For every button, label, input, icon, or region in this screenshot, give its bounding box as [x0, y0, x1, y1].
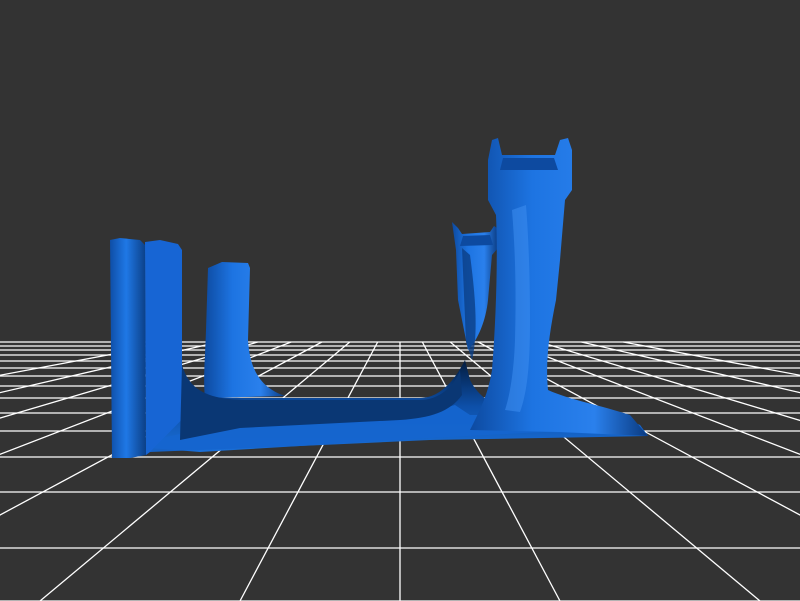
model-mid-fork-slot — [460, 235, 493, 246]
grid-line-depth — [39, 341, 351, 601]
grid-line-depth — [539, 341, 800, 422]
3d-model-stand[interactable] — [110, 138, 648, 458]
grid-line-depth — [623, 341, 800, 376]
model-main-stem — [470, 138, 648, 436]
model-left-plate-front — [110, 238, 146, 458]
grid-line-depth — [508, 341, 800, 456]
model-top-fork-slot — [500, 158, 558, 170]
scene-canvas[interactable] — [0, 0, 800, 601]
grid-line-depth — [581, 341, 800, 394]
model-left-post — [204, 262, 285, 398]
3d-viewport[interactable] — [0, 0, 800, 601]
